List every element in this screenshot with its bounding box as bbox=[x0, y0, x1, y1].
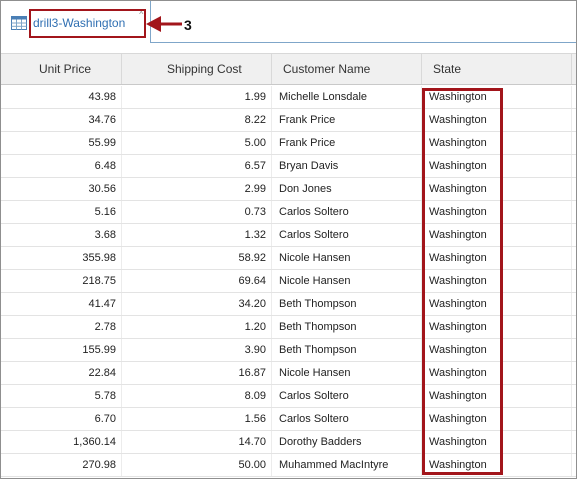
cell-shipping-cost: 3.90 bbox=[122, 339, 272, 361]
cell-unit-price: 1,360.14 bbox=[1, 431, 122, 453]
cell-state: Washington bbox=[422, 431, 572, 453]
cell-state: Washington bbox=[422, 408, 572, 430]
cell-unit-price: 218.75 bbox=[1, 270, 122, 292]
cell-shipping-cost: 2.99 bbox=[122, 178, 272, 200]
table-row[interactable]: 34.76 8.22 Frank Price Washington bbox=[1, 109, 576, 132]
table-row[interactable]: 1,360.14 14.70 Dorothy Badders Washington bbox=[1, 431, 576, 454]
cell-unit-price: 2.78 bbox=[1, 316, 122, 338]
table-row[interactable]: 41.47 34.20 Beth Thompson Washington bbox=[1, 293, 576, 316]
table-row[interactable]: 5.16 0.73 Carlos Soltero Washington bbox=[1, 201, 576, 224]
cell-shipping-cost: 1.20 bbox=[122, 316, 272, 338]
cell-shipping-cost: 1.32 bbox=[122, 224, 272, 246]
cell-unit-price: 5.78 bbox=[1, 385, 122, 407]
table-row[interactable]: 270.98 50.00 Muhammed MacIntyre Washington bbox=[1, 454, 576, 477]
cell-customer-name: Carlos Soltero bbox=[272, 201, 422, 223]
column-header-customer-name[interactable]: Customer Name bbox=[272, 54, 422, 84]
cell-unit-price: 3.68 bbox=[1, 224, 122, 246]
cell-state: Washington bbox=[422, 362, 572, 384]
cell-unit-price: 43.98 bbox=[1, 86, 122, 108]
table-icon bbox=[11, 16, 27, 30]
cell-shipping-cost: 1.99 bbox=[122, 86, 272, 108]
cell-shipping-cost: 14.70 bbox=[122, 431, 272, 453]
table-body: 43.98 1.99 Michelle Lonsdale Washington 34.7… bbox=[1, 86, 576, 478]
cell-customer-name: Beth Thompson bbox=[272, 339, 422, 361]
column-header-state[interactable]: State bbox=[422, 54, 572, 84]
cell-customer-name: Frank Price bbox=[272, 132, 422, 154]
table-row[interactable]: 43.98 1.99 Michelle Lonsdale Washington bbox=[1, 86, 576, 109]
table-row[interactable]: 155.99 3.90 Beth Thompson Washington bbox=[1, 339, 576, 362]
tab-bar-divider bbox=[151, 42, 576, 43]
cell-shipping-cost: 8.22 bbox=[122, 109, 272, 131]
table-row[interactable]: 218.75 69.64 Nicole Hansen Washington bbox=[1, 270, 576, 293]
cell-unit-price: 270.98 bbox=[1, 454, 122, 476]
report-viewer: drill3-Washington x 3 Unit Price Shippin… bbox=[0, 0, 577, 479]
column-header-unit-price[interactable]: Unit Price bbox=[1, 54, 122, 84]
cell-state: Washington bbox=[422, 86, 572, 108]
cell-unit-price: 155.99 bbox=[1, 339, 122, 361]
cell-state: Washington bbox=[422, 316, 572, 338]
cell-state: Washington bbox=[422, 178, 572, 200]
cell-state: Washington bbox=[422, 201, 572, 223]
cell-shipping-cost: 16.87 bbox=[122, 362, 272, 384]
cell-customer-name: Muhammed MacIntyre bbox=[272, 454, 422, 476]
cell-customer-name: Beth Thompson bbox=[272, 293, 422, 315]
cell-customer-name: Beth Thompson bbox=[272, 316, 422, 338]
cell-customer-name: Dorothy Badders bbox=[272, 431, 422, 453]
cell-shipping-cost: 8.09 bbox=[122, 385, 272, 407]
cell-unit-price: 30.56 bbox=[1, 178, 122, 200]
table-row[interactable]: 5.78 8.09 Carlos Soltero Washington bbox=[1, 385, 576, 408]
cell-unit-price: 6.48 bbox=[1, 155, 122, 177]
column-header-shipping-cost[interactable]: Shipping Cost bbox=[122, 54, 272, 84]
cell-unit-price: 5.16 bbox=[1, 201, 122, 223]
cell-unit-price: 41.47 bbox=[1, 293, 122, 315]
cell-shipping-cost: 58.92 bbox=[122, 247, 272, 269]
cell-customer-name: Nicole Hansen bbox=[272, 247, 422, 269]
cell-state: Washington bbox=[422, 270, 572, 292]
callout-number: 3 bbox=[184, 17, 192, 33]
cell-customer-name: Carlos Soltero bbox=[272, 385, 422, 407]
cell-shipping-cost: 69.64 bbox=[122, 270, 272, 292]
table-row[interactable]: 22.84 16.87 Nicole Hansen Washington bbox=[1, 362, 576, 385]
cell-state: Washington bbox=[422, 224, 572, 246]
cell-state: Washington bbox=[422, 109, 572, 131]
table-row[interactable]: 355.98 58.92 Nicole Hansen Washington bbox=[1, 247, 576, 270]
cell-customer-name: Michelle Lonsdale bbox=[272, 86, 422, 108]
cell-state: Washington bbox=[422, 339, 572, 361]
cell-customer-name: Nicole Hansen bbox=[272, 362, 422, 384]
cell-customer-name: Carlos Soltero bbox=[272, 224, 422, 246]
cell-shipping-cost: 6.57 bbox=[122, 155, 272, 177]
table-header: Unit Price Shipping Cost Customer Name S… bbox=[1, 53, 576, 85]
cell-state: Washington bbox=[422, 155, 572, 177]
cell-customer-name: Nicole Hansen bbox=[272, 270, 422, 292]
table-row[interactable]: 3.68 1.32 Carlos Soltero Washington bbox=[1, 224, 576, 247]
cell-unit-price: 355.98 bbox=[1, 247, 122, 269]
tab-highlight-box bbox=[29, 9, 146, 38]
cell-unit-price: 34.76 bbox=[1, 109, 122, 131]
table-row[interactable]: 30.56 2.99 Don Jones Washington bbox=[1, 178, 576, 201]
cell-state: Washington bbox=[422, 132, 572, 154]
cell-shipping-cost: 0.73 bbox=[122, 201, 272, 223]
cell-state: Washington bbox=[422, 247, 572, 269]
arrow-left-icon bbox=[146, 16, 182, 32]
cell-unit-price: 55.99 bbox=[1, 132, 122, 154]
cell-shipping-cost: 50.00 bbox=[122, 454, 272, 476]
cell-customer-name: Don Jones bbox=[272, 178, 422, 200]
cell-unit-price: 22.84 bbox=[1, 362, 122, 384]
cell-shipping-cost: 5.00 bbox=[122, 132, 272, 154]
cell-shipping-cost: 34.20 bbox=[122, 293, 272, 315]
cell-customer-name: Frank Price bbox=[272, 109, 422, 131]
cell-state: Washington bbox=[422, 454, 572, 476]
table-row[interactable]: 2.78 1.20 Beth Thompson Washington bbox=[1, 316, 576, 339]
cell-state: Washington bbox=[422, 293, 572, 315]
table-row[interactable]: 6.70 1.56 Carlos Soltero Washington bbox=[1, 408, 576, 431]
table-row[interactable]: 55.99 5.00 Frank Price Washington bbox=[1, 132, 576, 155]
table-row[interactable]: 6.48 6.57 Bryan Davis Washington bbox=[1, 155, 576, 178]
cell-unit-price: 6.70 bbox=[1, 408, 122, 430]
cell-customer-name: Bryan Davis bbox=[272, 155, 422, 177]
cell-shipping-cost: 1.56 bbox=[122, 408, 272, 430]
cell-customer-name: Carlos Soltero bbox=[272, 408, 422, 430]
cell-state: Washington bbox=[422, 385, 572, 407]
